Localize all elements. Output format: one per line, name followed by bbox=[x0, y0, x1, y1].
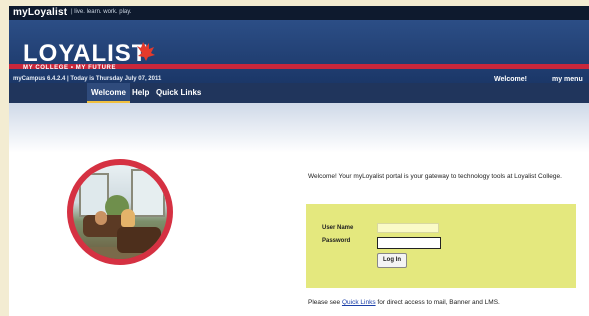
lounge-photo bbox=[73, 165, 167, 259]
sofa-shape bbox=[117, 227, 161, 253]
maple-leaf-icon bbox=[137, 42, 155, 61]
quick-links-suffix: for direct access to mail, Banner and LM… bbox=[375, 299, 500, 306]
main-nav: Welcome Help Quick Links bbox=[9, 83, 589, 103]
password-input[interactable] bbox=[377, 237, 441, 249]
user-name-label: User Name bbox=[322, 225, 354, 231]
browser-window: myLoyalist | live. learn. work. play. LO… bbox=[9, 6, 589, 316]
tab-help[interactable]: Help bbox=[128, 83, 153, 103]
login-button[interactable]: Log In bbox=[377, 253, 407, 268]
version-date-text: myCampus 6.4.2.4 | Today is Thursday Jul… bbox=[13, 76, 162, 82]
password-label: Password bbox=[322, 238, 351, 244]
window-shape bbox=[131, 169, 165, 217]
quick-links-note: Please see Quick Links for direct access… bbox=[308, 299, 500, 306]
site-header: LOYALIST MY COLLEGE • MY FUTURE myCampus… bbox=[9, 20, 589, 83]
header-gradient-band bbox=[9, 103, 589, 153]
welcome-message: Welcome! Your myLoyalist portal is your … bbox=[308, 173, 562, 180]
brand-tagline: | live. learn. work. play. bbox=[71, 9, 132, 15]
brand-name[interactable]: myLoyalist bbox=[13, 7, 67, 18]
login-panel: User Name Password Log In bbox=[306, 204, 576, 288]
quick-links-link[interactable]: Quick Links bbox=[342, 299, 376, 306]
my-menu-link[interactable]: my menu bbox=[552, 76, 583, 83]
top-bar: myLoyalist | live. learn. work. play. bbox=[9, 6, 589, 20]
quick-links-prefix: Please see bbox=[308, 299, 342, 306]
welcome-link[interactable]: Welcome! bbox=[494, 76, 527, 83]
tab-quick-links[interactable]: Quick Links bbox=[152, 83, 205, 103]
user-name-input[interactable] bbox=[377, 223, 439, 233]
tab-welcome[interactable]: Welcome bbox=[87, 83, 130, 103]
person-shape bbox=[121, 209, 135, 227]
college-motto: MY COLLEGE • MY FUTURE bbox=[23, 65, 117, 71]
person-shape bbox=[95, 211, 107, 225]
